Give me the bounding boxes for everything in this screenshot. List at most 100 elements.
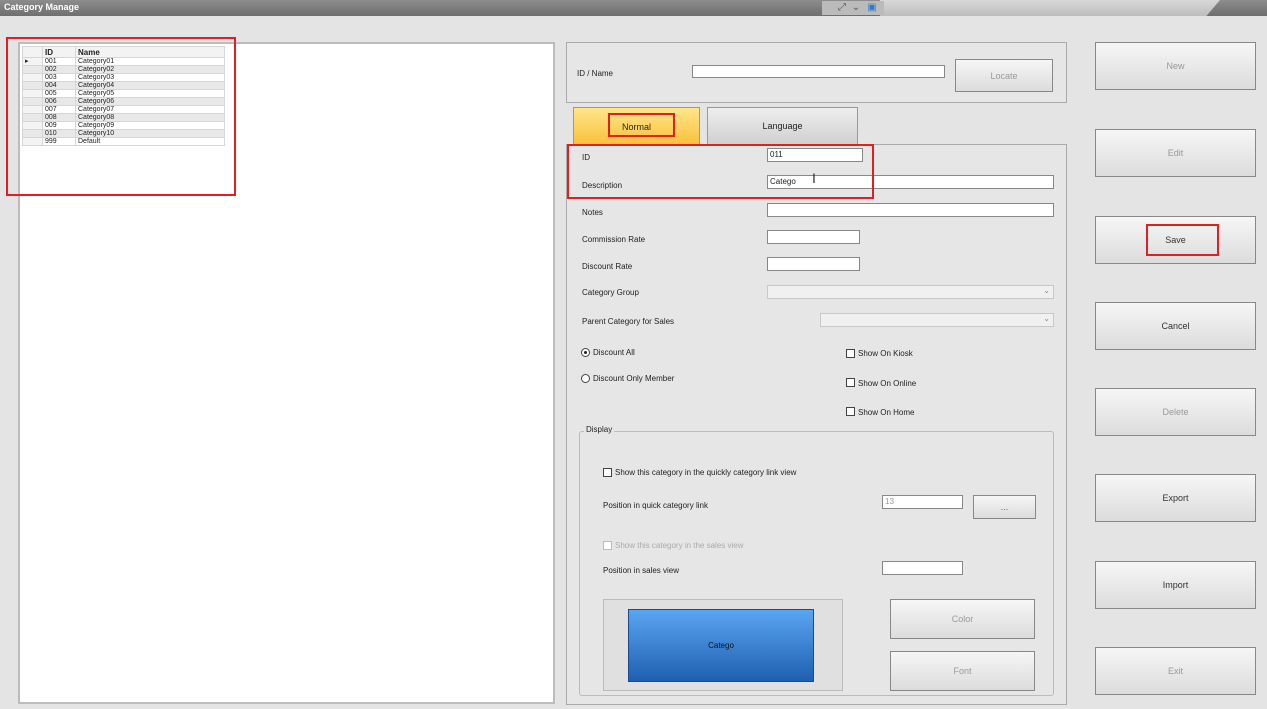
title-bar: Category Manage ⤢ ⌄ ▣ <box>0 0 1267 16</box>
grid-column-id[interactable]: ID <box>42 46 76 58</box>
id-label: ID <box>582 153 590 162</box>
table-row[interactable]: 009 Category09 <box>22 121 225 130</box>
chevron-down-icon: ⌄ <box>1043 314 1050 323</box>
show-online-label: Show On Online <box>858 379 917 388</box>
category-group-label: Category Group <box>582 288 639 297</box>
discount-member-label: Discount Only Member <box>593 374 675 383</box>
cell-name: Category02 <box>75 65 225 74</box>
cell-name: Category10 <box>75 129 225 138</box>
table-row[interactable]: 999 Default <box>22 137 225 146</box>
cell-name: Category06 <box>75 97 225 106</box>
cell-id: 010 <box>42 129 76 138</box>
window-title: Category Manage <box>4 2 80 12</box>
restore-icon[interactable]: ▣ <box>866 2 878 14</box>
show-home-checkbox[interactable] <box>846 407 855 416</box>
cell-name: Category08 <box>75 113 225 122</box>
id-name-label: ID / Name <box>577 69 614 78</box>
tab-normal-label: Normal <box>621 121 651 132</box>
category-group-select[interactable]: ⌄ <box>767 285 1054 299</box>
edit-button[interactable]: Edit <box>1095 129 1256 177</box>
cell-id: 008 <box>42 113 76 122</box>
new-button[interactable]: New <box>1095 42 1256 90</box>
discount-all-label: Discount All <box>593 348 635 357</box>
commission-rate-field[interactable] <box>767 230 860 244</box>
cell-name: Category03 <box>75 73 225 82</box>
save-button[interactable]: Save <box>1095 216 1256 264</box>
show-online-checkbox[interactable] <box>846 378 855 387</box>
locate-button[interactable]: Locate <box>955 59 1053 92</box>
cancel-button[interactable]: Cancel <box>1095 302 1256 350</box>
cell-name: Category04 <box>75 81 225 90</box>
table-row[interactable]: ▸ 001 Category01 <box>22 57 225 66</box>
table-row[interactable]: 006 Category06 <box>22 97 225 106</box>
export-button[interactable]: Export <box>1095 474 1256 522</box>
discount-rate-label: Discount Rate <box>582 262 633 271</box>
text-cursor-icon: I <box>812 170 816 186</box>
cell-name: Category05 <box>75 89 225 98</box>
table-row[interactable]: 008 Category08 <box>22 113 225 122</box>
exit-button[interactable]: Exit <box>1095 647 1256 695</box>
category-grid[interactable]: ID Name ▸ 001 Category01 002 Category02 003… <box>22 46 225 146</box>
cell-id: 001 <box>42 57 76 66</box>
table-row[interactable]: 005 Category05 <box>22 89 225 98</box>
preview-label: Catego <box>708 641 734 650</box>
notes-label: Notes <box>582 208 603 217</box>
notes-field[interactable] <box>767 203 1054 217</box>
display-legend: Display <box>584 425 615 434</box>
description-label: Description <box>582 181 623 190</box>
resize-icon[interactable]: ⤢ <box>836 2 848 14</box>
quick-link-checkbox-label: Show this category in the quickly catego… <box>615 468 797 477</box>
quick-position-browse-button[interactable]: ... <box>973 495 1036 519</box>
tab-language[interactable]: Language <box>707 107 858 145</box>
discount-all-radio[interactable] <box>581 348 590 357</box>
cell-name: Category09 <box>75 121 225 130</box>
category-preview-button[interactable]: Catego <box>628 609 814 682</box>
tab-normal[interactable]: Normal <box>573 107 700 145</box>
cell-id: 999 <box>42 137 76 146</box>
table-row[interactable]: 003 Category03 <box>22 73 225 82</box>
color-button[interactable]: Color <box>890 599 1035 639</box>
show-kiosk-label: Show On Kiosk <box>858 349 913 358</box>
cell-name: Category01 <box>75 57 225 66</box>
cell-id: 002 <box>42 65 76 74</box>
sales-view-checkbox-label: Show this category in the sales view <box>615 541 744 550</box>
cell-id: 007 <box>42 105 76 114</box>
id-field[interactable]: 011 <box>767 148 863 162</box>
table-row[interactable]: 004 Category04 <box>22 81 225 90</box>
grid-header: ID Name <box>22 46 225 58</box>
description-field[interactable]: Catego <box>767 175 1054 189</box>
row-pointer-icon: ▸ <box>22 57 43 66</box>
parent-category-select[interactable]: ⌄ <box>820 313 1054 327</box>
table-row[interactable]: 010 Category10 <box>22 129 225 138</box>
quick-link-checkbox[interactable] <box>603 468 612 477</box>
chevron-down-icon: ⌄ <box>1043 286 1050 295</box>
cell-id: 005 <box>42 89 76 98</box>
font-button[interactable]: Font <box>890 651 1035 691</box>
sales-position-label: Position in sales view <box>603 566 680 575</box>
quick-position-label: Position in quick category link <box>603 501 708 510</box>
discount-member-radio[interactable] <box>581 374 590 383</box>
grid-row-header <box>22 46 43 58</box>
show-kiosk-checkbox[interactable] <box>846 349 855 358</box>
title-bar-decoration <box>880 0 1220 16</box>
import-button[interactable]: Import <box>1095 561 1256 609</box>
table-row[interactable]: 007 Category07 <box>22 105 225 114</box>
cell-id: 009 <box>42 121 76 130</box>
show-home-label: Show On Home <box>858 408 915 417</box>
grid-column-name[interactable]: Name <box>75 46 225 58</box>
delete-button[interactable]: Delete <box>1095 388 1256 436</box>
commission-rate-label: Commission Rate <box>582 235 646 244</box>
parent-category-label: Parent Category for Sales <box>582 317 675 326</box>
cell-name: Category07 <box>75 105 225 114</box>
cell-id: 003 <box>42 73 76 82</box>
table-row[interactable]: 002 Category02 <box>22 65 225 74</box>
discount-rate-field[interactable] <box>767 257 860 271</box>
chevron-down-icon[interactable]: ⌄ <box>850 2 862 14</box>
window-controls: ⤢ ⌄ ▣ <box>822 1 884 15</box>
cell-name: Default <box>75 137 225 146</box>
sales-view-checkbox[interactable] <box>603 541 612 550</box>
tab-language-label: Language <box>762 121 803 131</box>
sales-position-field[interactable] <box>882 561 963 575</box>
search-input[interactable] <box>692 65 945 78</box>
quick-position-field[interactable]: 13 <box>882 495 963 509</box>
